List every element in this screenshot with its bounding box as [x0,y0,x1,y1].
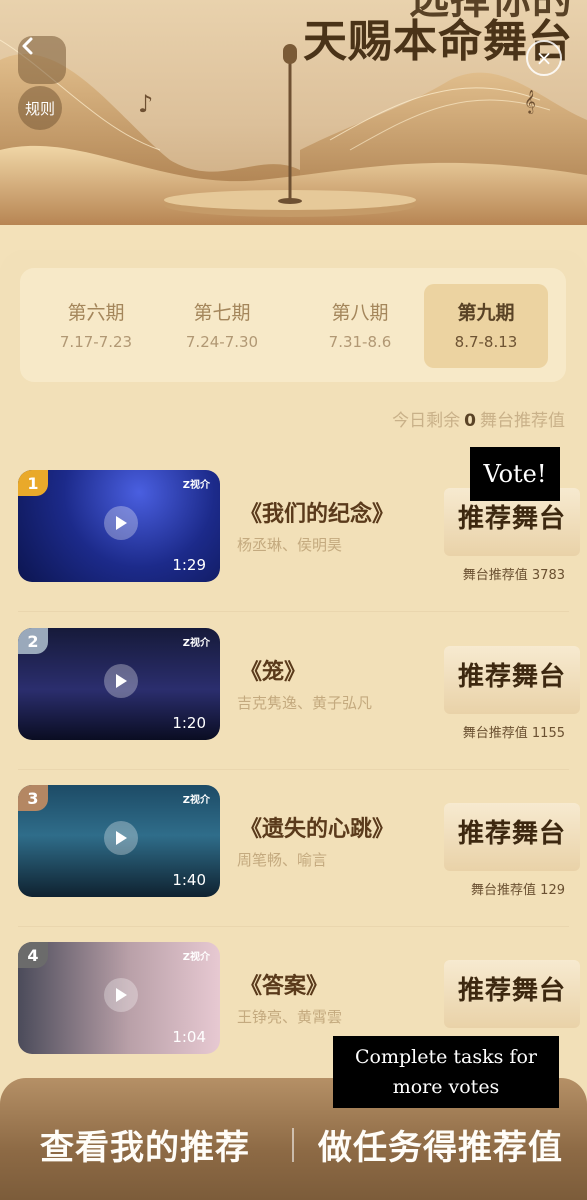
platform-logo: Z视介 [182,952,210,963]
tab-period-7[interactable]: 第七期 7.24-7.30 [160,284,284,368]
close-button[interactable]: × [526,40,562,76]
rules-button[interactable]: 规则 [18,86,62,130]
video-thumbnail[interactable]: 3 Z视介 1:40 [18,785,220,897]
svg-text:♪: ♪ [138,90,153,118]
recommend-value-number: 3783 [531,568,565,583]
recommend-stage-label: 推荐舞台 [457,662,566,692]
recommend-stage-label: 推荐舞台 [457,819,566,849]
recommend-value-number: 1155 [531,726,565,741]
video-duration: 1:04 [172,1028,206,1046]
recommend-value-number: 129 [540,883,565,898]
play-icon [116,516,127,530]
remaining-suffix: 舞台推荐值 [480,411,565,431]
period-name: 第九期 [457,302,515,324]
recommend-value-label: 舞台推荐值 [471,883,537,898]
tab-period-9[interactable]: 第九期 8.7-8.13 [424,284,548,368]
svg-text:𝄞: 𝄞 [524,89,536,114]
remaining-votes: 今日剩余 0 舞台推荐值 [392,406,565,431]
video-thumbnail[interactable]: 1 Z视介 1:29 [18,470,220,582]
video-thumbnail[interactable]: 4 Z视介 1:04 [18,942,220,1054]
back-button[interactable] [18,36,66,84]
list-item: 3 Z视介 1:40 《遗失的心跳》 周笔畅、喻言 推荐舞台 舞台推荐值 129 [0,777,587,927]
artist-names: 周笔畅、喻言 [237,851,328,869]
recommend-stage-button[interactable]: 推荐舞台 [444,646,580,714]
recommend-stage-button[interactable]: 推荐舞台 [444,803,580,871]
play-icon [116,831,127,845]
play-button[interactable] [104,506,138,540]
artist-names: 王铮亮、黄霄雲 [237,1008,343,1026]
tasks-annotation-line2: more votes [392,1076,500,1098]
recommend-stage-button[interactable]: 推荐舞台 [444,960,580,1028]
period-date: 7.31-8.6 [328,333,392,351]
divider [18,926,569,927]
remaining-prefix: 今日剩余 [392,411,461,431]
hero-banner: ♪ 𝄞 选择你的 天赐本命舞台 规则 × [0,0,587,225]
song-title[interactable]: 《答案》 [240,968,328,1000]
tasks-annotation-line1: Complete tasks for [355,1046,537,1068]
recommend-value: 舞台推荐值 129 [471,879,565,898]
tab-period-6[interactable]: 第六期 7.17-7.23 [34,284,158,368]
recommend-value-label: 舞台推荐值 [462,726,528,741]
recommend-value-label: 舞台推荐值 [462,568,528,583]
recommend-stage-label: 推荐舞台 [457,504,566,534]
song-title[interactable]: 《我们的纪念》 [240,496,394,528]
remaining-count: 0 [464,411,476,431]
rank-badge: 3 [18,785,48,811]
play-button[interactable] [104,821,138,855]
artist-names: 吉克隽逸、黄子弘凡 [237,694,373,712]
tasks-annotation: Complete tasks for more votes [333,1036,559,1108]
video-duration: 1:40 [172,871,206,889]
divider [18,611,569,612]
period-date: 7.24-7.30 [185,333,259,351]
video-thumbnail[interactable]: 2 Z视介 1:20 [18,628,220,740]
video-duration: 1:29 [172,556,206,574]
rank-badge: 4 [18,942,48,968]
bottom-separator [292,1128,294,1162]
platform-logo: Z视介 [182,638,210,649]
song-title[interactable]: 《遗失的心跳》 [240,811,394,843]
video-duration: 1:20 [172,714,206,732]
vote-annotation: Vote! [470,447,560,501]
platform-logo: Z视介 [182,795,210,806]
view-my-recommendations-button[interactable]: 查看我的推荐 [40,1120,250,1169]
play-icon [116,674,127,688]
period-date: 8.7-8.13 [454,333,518,351]
tab-period-8[interactable]: 第八期 7.31-8.6 [298,284,422,368]
rank-badge: 2 [18,628,48,654]
chevron-left-icon [22,37,33,55]
do-tasks-button[interactable]: 做任务得推荐值 [318,1120,563,1169]
play-button[interactable] [104,978,138,1012]
artist-names: 杨丞琳、侯明昊 [237,536,343,554]
period-name: 第六期 [67,302,125,324]
period-name: 第八期 [331,302,389,324]
recommend-value: 舞台推荐值 1155 [463,722,565,741]
close-icon: × [535,46,553,70]
song-title[interactable]: 《笼》 [240,654,306,686]
play-icon [116,988,127,1002]
rank-badge: 1 [18,470,48,496]
period-date: 7.17-7.23 [59,333,133,351]
period-name: 第七期 [193,302,251,324]
list-item: 2 Z视介 1:20 《笼》 吉克隽逸、黄子弘凡 推荐舞台 舞台推荐值 1155 [0,620,587,770]
recommend-stage-label: 推荐舞台 [457,976,566,1006]
play-button[interactable] [104,664,138,698]
recommend-value: 舞台推荐值 3783 [463,564,565,583]
platform-logo: Z视介 [182,480,210,491]
divider [18,769,569,770]
